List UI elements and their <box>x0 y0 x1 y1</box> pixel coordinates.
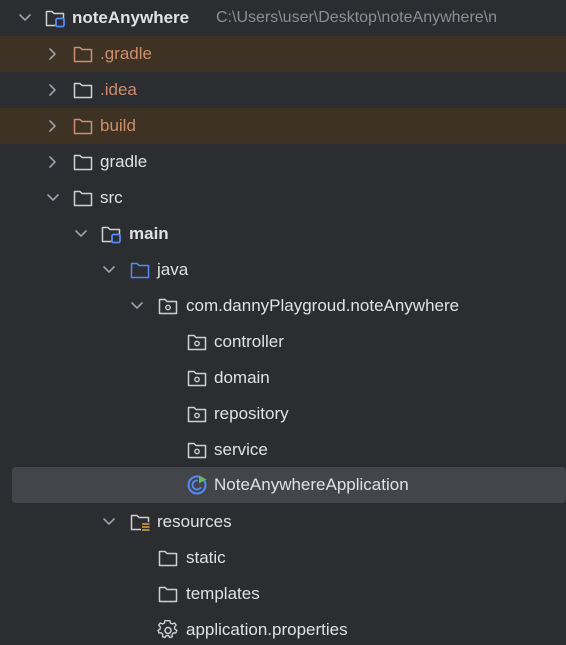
tree-label-app-class: NoteAnywhereApplication <box>214 475 409 494</box>
tree-label-gradle: gradle <box>100 152 148 171</box>
tree-row-idea[interactable]: .idea <box>0 72 566 108</box>
tree-row-package[interactable]: com.dannyPlaygroud.noteAnywhere <box>0 288 566 324</box>
tree-row-service[interactable]: service <box>0 432 566 468</box>
tree-label-idea: .idea <box>100 80 137 99</box>
folder-icon <box>157 583 179 605</box>
folder-icon <box>72 43 94 65</box>
resources-folder-icon <box>129 511 151 533</box>
spring-boot-class-icon <box>186 474 208 496</box>
tree-row-templates[interactable]: templates <box>0 576 566 612</box>
package-icon <box>186 403 208 425</box>
gear-icon <box>157 619 179 641</box>
tree-label-dot-gradle: .gradle <box>100 44 152 63</box>
tree-label-domain: domain <box>214 368 270 387</box>
chevron-down-icon[interactable] <box>71 224 91 244</box>
tree-row-src[interactable]: src <box>0 180 566 216</box>
module-folder-icon <box>44 7 66 29</box>
tree-row-static[interactable]: static <box>0 540 566 576</box>
folder-icon <box>72 151 94 173</box>
tree-label-src: src <box>100 188 123 207</box>
tree-label-templates: templates <box>186 584 260 603</box>
tree-label-service: service <box>214 440 268 459</box>
project-tree: noteAnywhere C:\Users\user\Desktop\noteA… <box>0 0 566 645</box>
package-icon <box>186 439 208 461</box>
tree-row-project-root[interactable]: noteAnywhere C:\Users\user\Desktop\noteA… <box>0 0 566 36</box>
chevron-right-icon[interactable] <box>43 44 63 64</box>
folder-icon <box>72 115 94 137</box>
project-name: noteAnywhere <box>72 8 190 27</box>
tree-row-main[interactable]: main <box>0 216 566 252</box>
tree-label-resources: resources <box>157 512 232 531</box>
chevron-down-icon[interactable] <box>99 260 119 280</box>
tree-row-repository[interactable]: repository <box>0 396 566 432</box>
chevron-down-icon[interactable] <box>127 296 147 316</box>
module-folder-icon <box>100 223 122 245</box>
project-path: C:\Users\user\Desktop\noteAnywhere\n <box>216 9 498 26</box>
package-icon <box>186 331 208 353</box>
tree-label-java: java <box>157 260 189 279</box>
chevron-down-icon[interactable] <box>43 188 63 208</box>
folder-icon <box>157 547 179 569</box>
tree-row-build[interactable]: build <box>0 108 566 144</box>
tree-row-controller[interactable]: controller <box>0 324 566 360</box>
tree-row-app-class[interactable]: NoteAnywhereApplication <box>12 467 566 503</box>
source-folder-icon <box>129 259 151 281</box>
folder-icon <box>72 187 94 209</box>
tree-label-main: main <box>129 224 169 243</box>
tree-label-static: static <box>186 548 226 567</box>
package-icon <box>157 295 179 317</box>
chevron-right-icon[interactable] <box>43 116 63 136</box>
chevron-right-icon[interactable] <box>43 152 63 172</box>
tree-label-package: com.dannyPlaygroud.noteAnywhere <box>186 296 460 315</box>
chevron-down-icon[interactable] <box>15 8 35 28</box>
tree-row-dot-gradle[interactable]: .gradle <box>0 36 566 72</box>
tree-row-resources[interactable]: resources <box>0 504 566 540</box>
tree-row-properties[interactable]: application.properties <box>0 612 566 645</box>
tree-row-domain[interactable]: domain <box>0 360 566 396</box>
tree-label-properties: application.properties <box>186 620 348 639</box>
chevron-down-icon[interactable] <box>99 512 119 532</box>
folder-icon <box>72 79 94 101</box>
package-icon <box>186 367 208 389</box>
tree-row-java[interactable]: java <box>0 252 566 288</box>
tree-row-gradle[interactable]: gradle <box>0 144 566 180</box>
tree-label-controller: controller <box>214 332 284 351</box>
tree-label-repository: repository <box>214 404 289 423</box>
chevron-right-icon[interactable] <box>43 80 63 100</box>
tree-label-build: build <box>100 116 136 135</box>
